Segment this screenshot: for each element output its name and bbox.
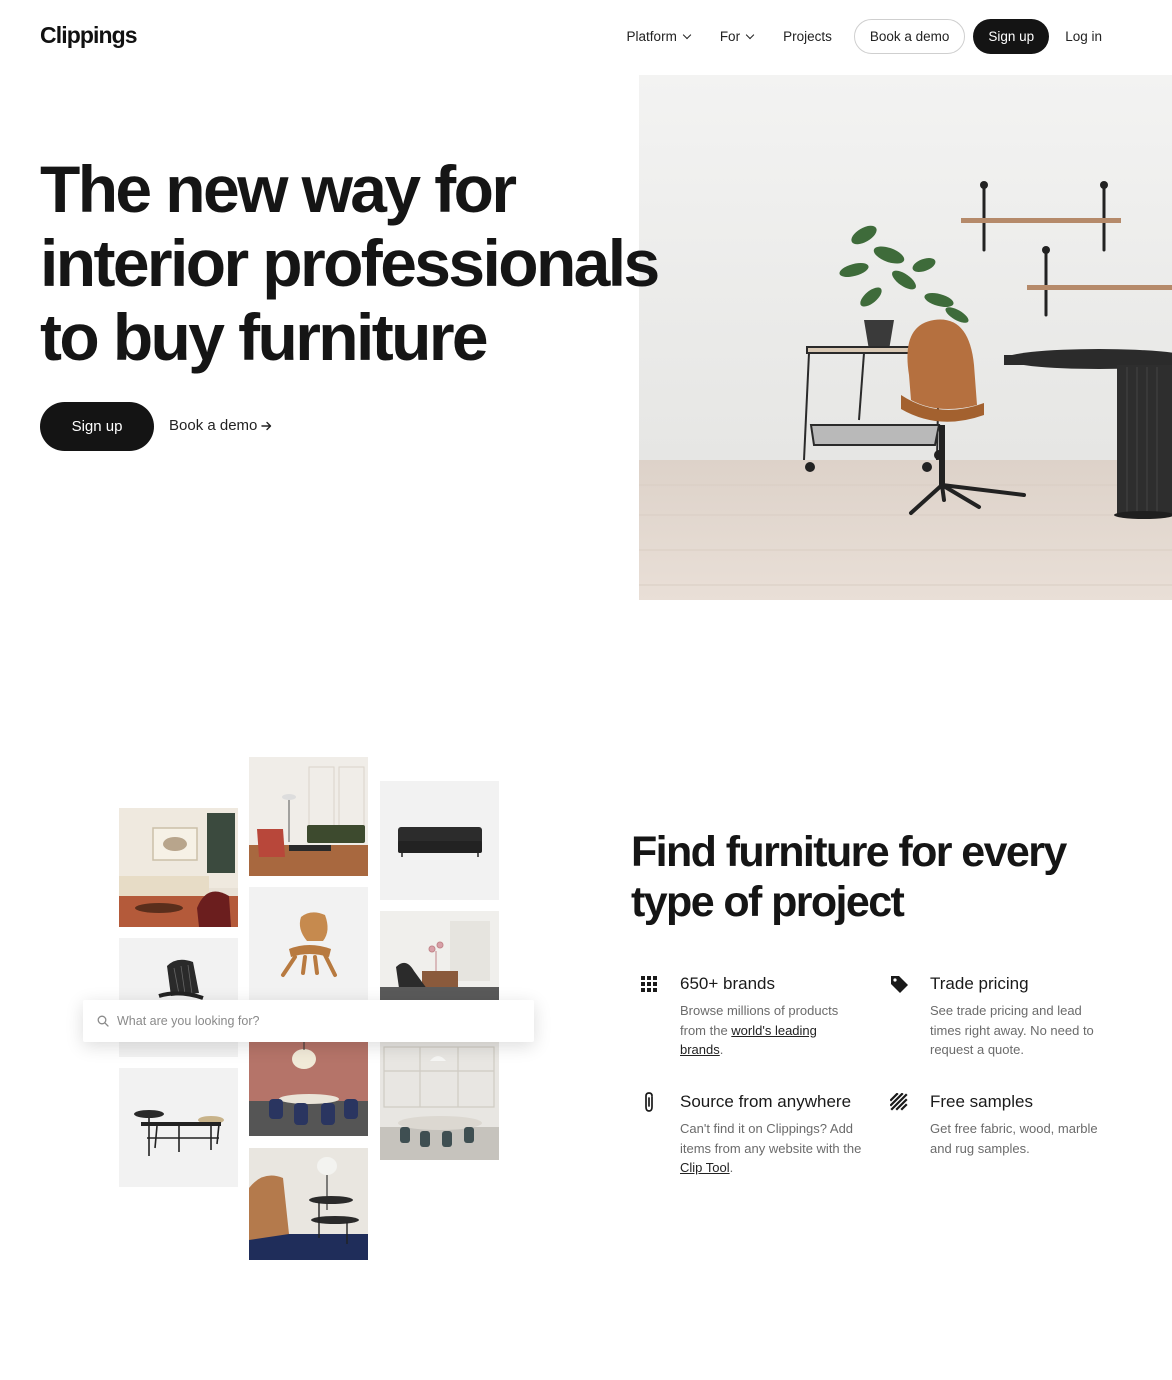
- feature-description: Get free fabric, wood, marble and rug sa…: [930, 1121, 1098, 1156]
- paperclip-icon: [638, 1091, 660, 1113]
- lounge-chair-photo: [380, 911, 499, 1000]
- hero-heading-line: to buy furniture: [40, 300, 489, 374]
- feature-description-text: Can't find it on Clippings? Add items fr…: [680, 1121, 862, 1156]
- chevron-down-icon: [745, 30, 755, 39]
- hero-room-illustration: [639, 75, 1172, 600]
- features-heading-line: Find furniture for every: [631, 828, 1067, 876]
- nav-projects-link[interactable]: Projects: [783, 29, 832, 44]
- feature-source-anywhere: Source from anywhere Can't find it on Cl…: [645, 1091, 900, 1178]
- tag-icon: [888, 973, 910, 995]
- reading-nook-photo: [249, 1148, 368, 1260]
- feature-description: Can't find it on Clippings? Add items fr…: [680, 1119, 862, 1178]
- sofa-photo: [380, 781, 499, 900]
- clippings-logo[interactable]: Clippings: [40, 22, 138, 49]
- hero-image: [639, 75, 1172, 600]
- top-navigation: Platform For Projects Book a demo Sign u…: [627, 19, 1102, 54]
- lounge-photo: [249, 757, 368, 876]
- hero-book-demo-link[interactable]: Book a demo: [169, 417, 272, 434]
- feature-title: 650+ brands: [680, 974, 775, 993]
- product-search-bar[interactable]: [83, 1000, 534, 1042]
- search-icon: [97, 1015, 109, 1027]
- feature-trade-pricing: Trade pricing See trade pricing and lead…: [891, 973, 1150, 1060]
- sign-up-button[interactable]: Sign up: [973, 19, 1050, 54]
- coffee-table-photo: [119, 1068, 238, 1187]
- living-room-photo: [119, 808, 238, 927]
- collage-image-plywood-chair[interactable]: [249, 887, 368, 1006]
- feature-free-samples: Free samples Get free fabric, wood, marb…: [890, 1091, 1150, 1158]
- hero-heading-line: The new way for: [40, 152, 517, 226]
- collage-image-lounge[interactable]: [249, 757, 368, 876]
- conference-room-photo: [380, 1041, 499, 1160]
- feature-description-end: .: [729, 1160, 734, 1176]
- collage-image-living-room[interactable]: [119, 808, 238, 927]
- feature-brands: 650+ brands Browse millions of products …: [641, 973, 900, 1060]
- grid-icon: [638, 973, 660, 995]
- collage-image-conference-room[interactable]: [380, 1041, 499, 1160]
- collage-image-coffee-table[interactable]: [119, 1068, 238, 1187]
- clip-tool-link[interactable]: Clip Tool: [680, 1160, 730, 1175]
- log-in-link[interactable]: Log in: [1065, 29, 1102, 44]
- hero-book-demo-label: Book a demo: [169, 417, 258, 434]
- arrow-right-icon: [261, 421, 272, 430]
- hero-sign-up-button[interactable]: Sign up: [40, 402, 154, 451]
- search-input[interactable]: [117, 1014, 497, 1028]
- feature-title: Source from anywhere: [680, 1092, 852, 1111]
- dining-room-photo: [249, 1041, 368, 1136]
- feature-title: Free samples: [930, 1092, 1033, 1111]
- feature-description-end: .: [719, 1042, 724, 1058]
- stripes-icon: [888, 1091, 910, 1113]
- feature-description: Browse millions of products from the wor…: [680, 1001, 860, 1060]
- collage-image-lounge-chair[interactable]: [380, 911, 499, 1000]
- nav-for-label: For: [719, 29, 741, 44]
- feature-description: See trade pricing and lead times right a…: [930, 1003, 1094, 1058]
- features-heading-line: type of project: [631, 878, 905, 926]
- collage-image-reading-nook[interactable]: [249, 1148, 368, 1260]
- chevron-down-icon: [682, 30, 692, 39]
- features-heading: Find furniture for every type of project: [631, 827, 1067, 927]
- book-demo-button[interactable]: Book a demo: [853, 19, 966, 54]
- hero-heading: The new way for interior professionals t…: [40, 152, 660, 374]
- nav-platform-label: Platform: [626, 29, 677, 44]
- hero-heading-line: interior professionals: [40, 226, 660, 300]
- collage-image-sofa[interactable]: [380, 781, 499, 900]
- plywood-chair-photo: [249, 887, 368, 1006]
- nav-platform-dropdown[interactable]: Platform: [626, 29, 692, 44]
- collage-image-dining[interactable]: [249, 1041, 368, 1136]
- nav-for-dropdown[interactable]: For: [719, 29, 755, 44]
- feature-title: Trade pricing: [930, 974, 1029, 993]
